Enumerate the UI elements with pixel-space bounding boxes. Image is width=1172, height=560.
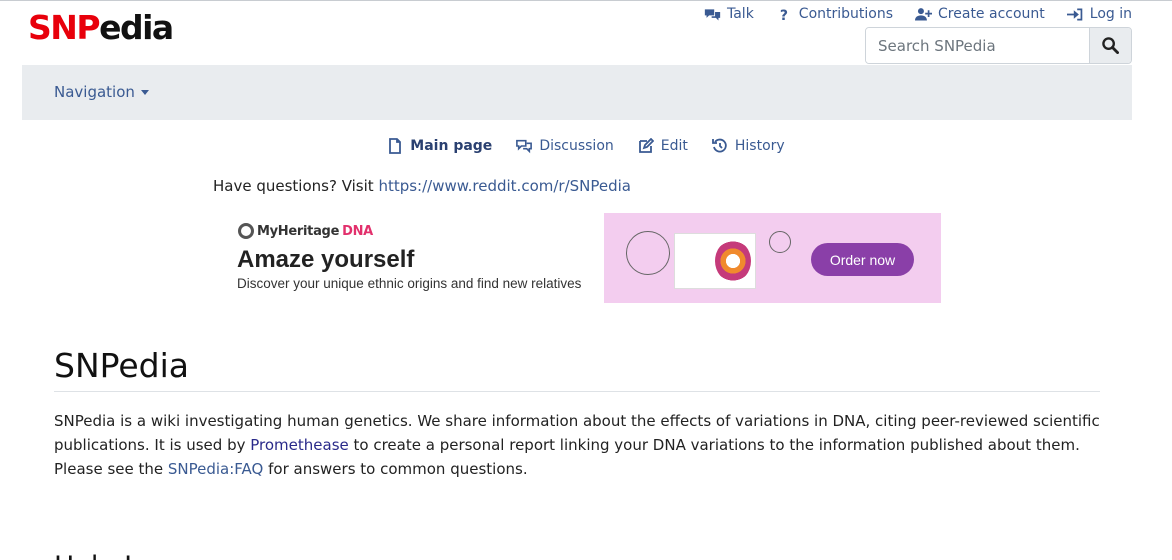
search-icon — [1102, 37, 1119, 54]
promethease-link[interactable]: Promethease — [250, 436, 349, 454]
section-heading: Help Improve — [54, 551, 235, 560]
logo-text-red: SNP — [28, 8, 101, 47]
tab-discussion-label: Discussion — [539, 138, 614, 154]
intro-paragraph: SNPedia is a wiki investigating human ge… — [54, 409, 1100, 481]
article-content: SNPedia SNPedia is a wiki investigating … — [54, 341, 1100, 560]
order-now-button[interactable]: Order now — [811, 243, 914, 276]
myheritage-logo-icon — [238, 223, 254, 239]
tab-edit-label: Edit — [660, 138, 688, 154]
talk-label: Talk — [726, 6, 754, 22]
faq-link[interactable]: SNPedia:FAQ — [168, 460, 263, 478]
tab-history[interactable]: History — [711, 138, 785, 154]
dna-kit-graphic — [715, 240, 751, 282]
ad-headline: Amaze yourself — [237, 246, 415, 273]
caret-down-icon — [140, 89, 149, 95]
page-icon — [389, 138, 402, 154]
question-mark-icon: ? — [780, 8, 788, 22]
contributions-label: Contributions — [798, 6, 894, 22]
chat-bubbles-icon — [704, 8, 721, 20]
ad-visual: Order now — [604, 213, 941, 303]
tab-history-label: History — [734, 138, 785, 154]
history-icon — [711, 138, 727, 153]
top-border — [0, 0, 1172, 4]
contributions-link[interactable]: ? Contributions — [776, 6, 893, 22]
ad-brand: MyHeritage DNA — [238, 223, 373, 239]
notice-text: Have questions? Visit — [213, 177, 379, 195]
advertisement-banner[interactable]: MyHeritage DNA Amaze yourself Discover yo… — [230, 213, 941, 303]
navigation-dropdown-label: Navigation — [54, 83, 135, 101]
talk-link[interactable]: Talk — [704, 6, 754, 22]
create-account-label: Create account — [938, 6, 1045, 22]
questions-notice: Have questions? Visit https://www.reddit… — [213, 177, 631, 195]
svg-text:?: ? — [780, 8, 788, 22]
ad-subline: Discover your unique ethnic origins and … — [237, 276, 582, 291]
ad-brand-name: MyHeritage — [257, 223, 340, 239]
reddit-link[interactable]: https://www.reddit.com/r/SNPedia — [378, 177, 631, 195]
logo-text-black: edia — [99, 8, 174, 47]
create-account-link[interactable]: Create account — [915, 6, 1045, 22]
tab-main-page-label: Main page — [410, 138, 493, 154]
chat-bubbles-icon — [516, 139, 533, 154]
personal-nav: Talk ? Contributions Create account Log … — [704, 6, 1132, 22]
tab-discussion[interactable]: Discussion — [516, 138, 614, 154]
snpedia-logo[interactable]: SNPedia — [28, 8, 174, 48]
page-tabs: Main page Discussion Edit History — [0, 138, 1172, 154]
globe-icon — [626, 231, 670, 275]
log-in-label: Log in — [1089, 6, 1132, 22]
search-box — [865, 27, 1132, 64]
dna-kit-image — [674, 233, 756, 289]
edit-icon — [638, 138, 654, 153]
tab-edit[interactable]: Edit — [638, 138, 688, 154]
intro-text-3: for answers to common questions. — [263, 460, 528, 478]
page-title: SNPedia — [54, 341, 1100, 392]
search-input[interactable] — [866, 28, 1089, 63]
navigation-dropdown[interactable]: Navigation — [54, 83, 149, 101]
sign-in-icon — [1066, 8, 1083, 20]
navbar: Navigation — [22, 65, 1132, 120]
search-button[interactable] — [1089, 28, 1131, 63]
dna-magnifier-icon — [769, 231, 791, 253]
tab-main-page[interactable]: Main page — [387, 138, 492, 154]
log-in-link[interactable]: Log in — [1066, 6, 1132, 22]
user-plus-icon — [915, 7, 933, 20]
ad-brand-dna: DNA — [342, 223, 373, 239]
